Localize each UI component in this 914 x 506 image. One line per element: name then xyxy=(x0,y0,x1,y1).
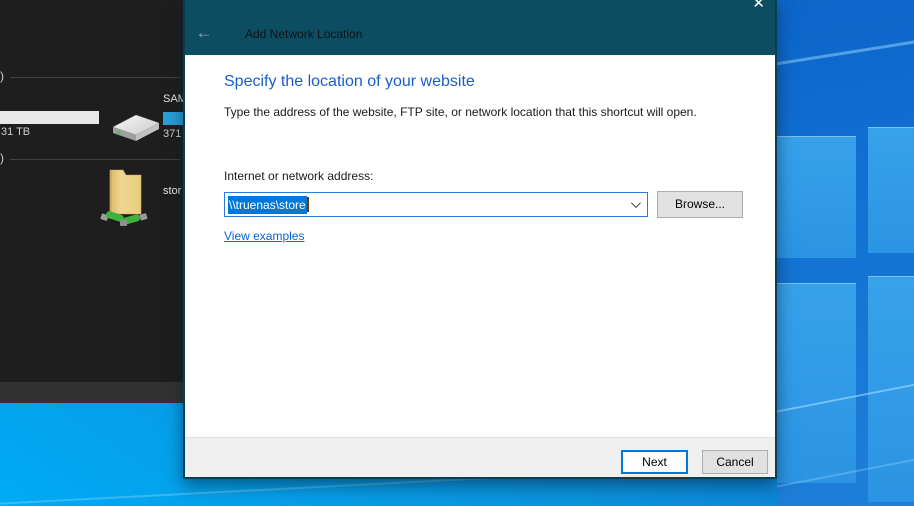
group-header-devices: ) xyxy=(0,69,4,83)
explorer-status-bar xyxy=(0,382,183,403)
chevron-down-icon[interactable] xyxy=(631,198,641,208)
text-caret xyxy=(307,197,309,212)
windows-pane xyxy=(777,283,856,483)
browse-button[interactable]: Browse... xyxy=(657,191,743,218)
back-button[interactable]: ← xyxy=(193,23,215,43)
desktop: ) 31 TB SAM 371 ) xyxy=(0,0,914,506)
drive-usage-bar xyxy=(163,112,183,125)
windows-pane xyxy=(868,127,914,253)
close-button[interactable]: ✕ xyxy=(752,0,765,12)
network-share-name[interactable]: stor xyxy=(163,185,181,197)
drive-free-space: 31 TB xyxy=(1,126,30,138)
next-button[interactable]: Next xyxy=(621,450,688,474)
hard-drive-icon[interactable] xyxy=(110,106,162,146)
group-divider xyxy=(10,159,180,160)
address-combobox[interactable]: \\truenas\store xyxy=(224,192,648,217)
wallpaper-light-beam xyxy=(777,30,914,69)
close-icon: ✕ xyxy=(752,0,765,12)
wizard-footer: Next Cancel xyxy=(185,437,775,477)
file-explorer-window: ) 31 TB SAM 371 ) xyxy=(0,0,183,403)
network-folder-icon[interactable] xyxy=(100,164,150,230)
group-header-network: ) xyxy=(0,151,4,165)
address-selected-text: \\truenas\store xyxy=(228,196,307,214)
address-label: Internet or network address: xyxy=(224,169,373,183)
group-divider xyxy=(10,77,180,78)
cancel-button[interactable]: Cancel xyxy=(702,450,768,474)
drive-usage-bar xyxy=(0,111,99,124)
view-examples-link[interactable]: View examples xyxy=(224,229,304,243)
wizard-titlebar: ← Add Network Location ✕ xyxy=(185,0,775,55)
windows-logo-panes xyxy=(777,0,914,506)
wizard-title: Add Network Location xyxy=(245,27,362,41)
drive-free-space: 371 xyxy=(163,128,181,140)
arrow-left-icon: ← xyxy=(196,23,213,42)
wallpaper-light-beam xyxy=(0,474,540,505)
wizard-description: Type the address of the website, FTP sit… xyxy=(224,105,754,119)
windows-pane xyxy=(777,136,856,258)
wizard-heading: Specify the location of your website xyxy=(224,73,475,91)
add-network-location-wizard: ← Add Network Location ✕ Specify the loc… xyxy=(183,0,777,479)
